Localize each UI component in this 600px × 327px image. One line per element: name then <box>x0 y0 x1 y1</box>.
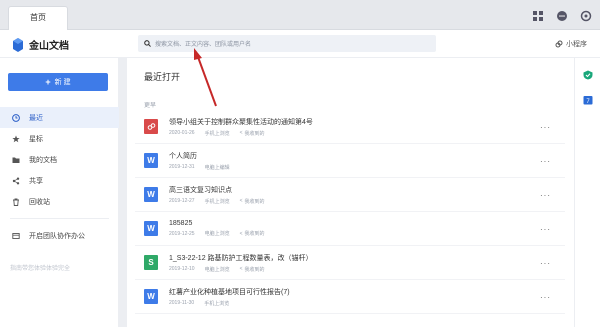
tab-home[interactable]: 首页 <box>8 6 68 30</box>
list-item[interactable]: W 185825 2019-12-25 电脑上浏览 < 我收到的 ··· <box>135 212 565 246</box>
file-device: 电脑上浏览 <box>204 231 230 237</box>
calendar-icon[interactable]: 7 <box>583 95 593 105</box>
more-icon[interactable]: ··· <box>540 123 551 132</box>
file-date: 2020-01-26 <box>169 130 195 136</box>
file-date: 2019-12-27 <box>169 198 195 204</box>
list-item[interactable]: W 高三语文复习知识点 2019-12-27 手机上浏览 < 我收到的 ··· <box>135 178 565 212</box>
file-list: 领导小组关于控制群众聚集性活动的通知第4号 2020-01-26 手机上浏览 <… <box>135 110 565 314</box>
star-icon <box>12 135 20 143</box>
file-name: 高三语文复习知识点 <box>169 186 232 194</box>
list-item[interactable]: W 个人简历 2019-12-31 电脑上编辑 ··· <box>135 144 565 178</box>
group-label: 更早 <box>144 103 157 109</box>
sidebar-item-label: 共享 <box>29 177 43 185</box>
file-device: 手机上浏览 <box>204 198 230 205</box>
new-button-label: 新 建 <box>54 79 71 86</box>
search-bar[interactable]: 搜索文档、正文内容、团队或用户名 <box>138 35 436 52</box>
share-icon: < <box>239 266 243 272</box>
file-name: 个人简历 <box>169 152 197 160</box>
share-icon: < <box>239 230 243 237</box>
more-icon[interactable]: ··· <box>540 191 551 200</box>
file-date: 2019-12-10 <box>169 266 195 272</box>
main-content: 最近打开 更早 领导小组关于控制群众聚集性活动的通知第4号 2020-01-26… <box>127 58 574 327</box>
file-name: 领导小组关于控制群众聚集性活动的通知第4号 <box>169 118 313 126</box>
sidebar-item-my-docs[interactable]: 我的文档 <box>0 149 119 170</box>
sidebar-item-team[interactable]: 开启团队协作办公 <box>0 225 119 246</box>
sidebar: + 新 建 最近 星标 我的文档 共享 回收站 开启团队协作办公 指南带您体验体… <box>0 58 119 327</box>
grid-icon[interactable] <box>532 9 544 21</box>
file-date: 2019-11-30 <box>169 300 195 306</box>
sidebar-item-shared[interactable]: 共享 <box>0 170 119 191</box>
mini-program-button[interactable]: 小程序 <box>555 39 587 49</box>
sidebar-footer-text: 指南带您体验体验完全 <box>10 266 71 272</box>
sidebar-item-recent[interactable]: 最近 <box>0 107 119 128</box>
sidebar-nav: 最近 星标 我的文档 共享 回收站 开启团队协作办公 <box>0 107 119 246</box>
plus-icon: + <box>45 77 51 87</box>
sidebar-divider <box>10 218 109 219</box>
new-button[interactable]: + 新 建 <box>8 73 108 91</box>
file-name: 185825 <box>169 220 193 227</box>
app-bar: 金山文档 搜索文档、正文内容、团队或用户名 小程序 <box>0 30 600 58</box>
sidebar-item-label: 开启团队协作办公 <box>29 232 85 240</box>
sidebar-item-label: 我的文档 <box>29 156 57 164</box>
link-icon <box>555 40 563 48</box>
share-icon: < <box>239 130 243 136</box>
team-icon <box>12 232 20 240</box>
folder-icon <box>12 156 20 164</box>
word-file-icon: W <box>144 221 158 236</box>
word-file-icon: W <box>144 289 158 304</box>
page-title: 最近打开 <box>144 72 181 82</box>
sidebar-item-label: 星标 <box>29 135 43 143</box>
sheet-file-icon: S <box>144 255 158 270</box>
app-title: 金山文档 <box>29 41 69 52</box>
word-file-icon: W <box>144 187 158 202</box>
file-received: 我收到的 <box>244 231 265 237</box>
file-name: 1_S3-22-12 路基防护工程数量表，改（锚杆） <box>169 254 313 262</box>
sidebar-item-starred[interactable]: 星标 <box>0 128 119 149</box>
title-bar-icons <box>532 9 592 22</box>
more-icon[interactable]: ··· <box>540 157 551 166</box>
file-device: 电脑上浏览 <box>204 266 230 273</box>
file-name: 红薯产业化种植基地项目可行性报告(7) <box>169 288 290 296</box>
check-shield-icon[interactable] <box>583 70 593 80</box>
more-icon[interactable]: ··· <box>540 225 551 234</box>
file-received: 我收到的 <box>244 198 265 205</box>
sidebar-item-trash[interactable]: 回收站 <box>0 191 119 212</box>
share-icon <box>12 177 20 185</box>
file-device: 手机上浏览 <box>204 130 230 137</box>
sidebar-item-label: 回收站 <box>29 198 50 206</box>
list-item[interactable]: 领导小组关于控制群众聚集性活动的通知第4号 2020-01-26 手机上浏览 <… <box>135 110 565 144</box>
file-received: 我收到的 <box>244 266 265 273</box>
pdf-file-icon <box>144 119 158 134</box>
sidebar-item-label: 最近 <box>29 114 43 122</box>
title-bar: 首页 <box>0 0 600 30</box>
file-date: 2019-12-31 <box>169 164 195 170</box>
file-received: 我收到的 <box>244 130 265 137</box>
more-icon[interactable]: ··· <box>540 259 551 268</box>
more-icon[interactable]: ··· <box>540 293 551 302</box>
list-item[interactable]: W 红薯产业化种植基地项目可行性报告(7) 2019-11-30 手机上浏览 ·… <box>135 280 565 314</box>
search-input[interactable]: 搜索文档、正文内容、团队或用户名 <box>155 39 251 48</box>
mini-program-label: 小程序 <box>566 41 587 48</box>
settings-icon[interactable] <box>580 9 592 22</box>
file-device: 电脑上编辑 <box>204 164 230 171</box>
chat-icon[interactable] <box>556 9 568 21</box>
app-logo[interactable]: 金山文档 <box>12 37 69 52</box>
list-item[interactable]: S 1_S3-22-12 路基防护工程数量表，改（锚杆） 2019-12-10 … <box>135 246 565 280</box>
search-icon <box>144 40 151 47</box>
trash-icon <box>12 198 20 206</box>
wps-logo-icon <box>13 37 23 52</box>
right-rail: 7 <box>574 58 600 327</box>
word-file-icon: W <box>144 153 158 168</box>
file-date: 2019-12-25 <box>169 230 195 237</box>
file-device: 手机上浏览 <box>204 300 230 307</box>
clock-icon <box>12 113 20 122</box>
share-icon: < <box>239 198 243 204</box>
